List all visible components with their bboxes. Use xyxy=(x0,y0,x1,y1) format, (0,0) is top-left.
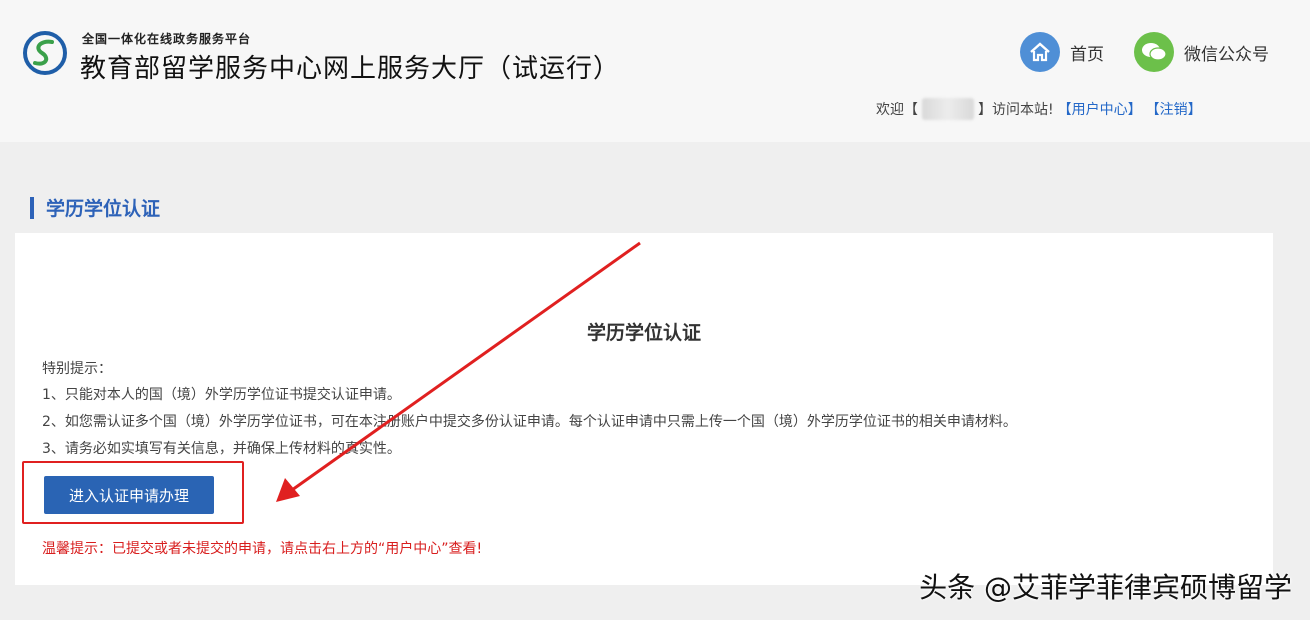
welcome-bar: 欢迎【 】访问本站! 【用户中心】 【注销】 xyxy=(876,98,1202,120)
panel-title: 学历学位认证 xyxy=(586,322,701,344)
nav-home[interactable]: 首页 xyxy=(1020,32,1104,72)
warm-tip: 温馨提示：已提交或者未提交的申请，请点击右上方的“用户中心”查看! xyxy=(42,541,483,557)
nav-wechat[interactable]: 微信公众号 xyxy=(1134,32,1269,72)
content-panel xyxy=(15,233,1273,585)
site-header: 全国一体化在线政务服务平台 教育部留学服务中心网上服务大厅（试运行） 首页 微信… xyxy=(0,0,1310,142)
notice-item-1: 1、只能对本人的国（境）外学历学位证书提交认证申请。 xyxy=(42,387,401,403)
notice-item-2: 2、如您需认证多个国（境）外学历学位证书，可在本注册账户中提交多份认证申请。每个… xyxy=(42,414,1017,430)
section-heading: 学历学位认证 xyxy=(30,194,160,221)
blurred-username xyxy=(922,98,974,120)
wechat-icon xyxy=(1134,32,1174,72)
nav-wechat-label: 微信公众号 xyxy=(1184,44,1269,65)
welcome-suffix: 】访问本站! xyxy=(978,102,1054,118)
site-logo-icon xyxy=(23,31,67,75)
home-icon xyxy=(1020,32,1060,72)
platform-subtitle: 全国一体化在线政务服务平台 xyxy=(82,32,252,46)
section-heading-text: 学历学位认证 xyxy=(46,198,161,220)
page-title: 教育部留学服务中心网上服务大厅（试运行） xyxy=(80,54,621,84)
notice-heading: 特别提示： xyxy=(42,361,112,377)
notice-item-3: 3、请务必如实填写有关信息，并确保上传材料的真实性。 xyxy=(42,441,401,457)
watermark: 头条 @艾菲学菲律宾硕博留学 xyxy=(919,571,1292,604)
section-heading-bar xyxy=(30,196,34,219)
logout-link[interactable]: 【注销】 xyxy=(1146,99,1202,119)
apply-certification-button[interactable]: 进入认证申请办理 xyxy=(44,476,214,514)
welcome-prefix: 欢迎【 xyxy=(876,102,918,118)
user-center-link[interactable]: 【用户中心】 xyxy=(1058,99,1142,119)
nav-home-label: 首页 xyxy=(1070,44,1104,65)
